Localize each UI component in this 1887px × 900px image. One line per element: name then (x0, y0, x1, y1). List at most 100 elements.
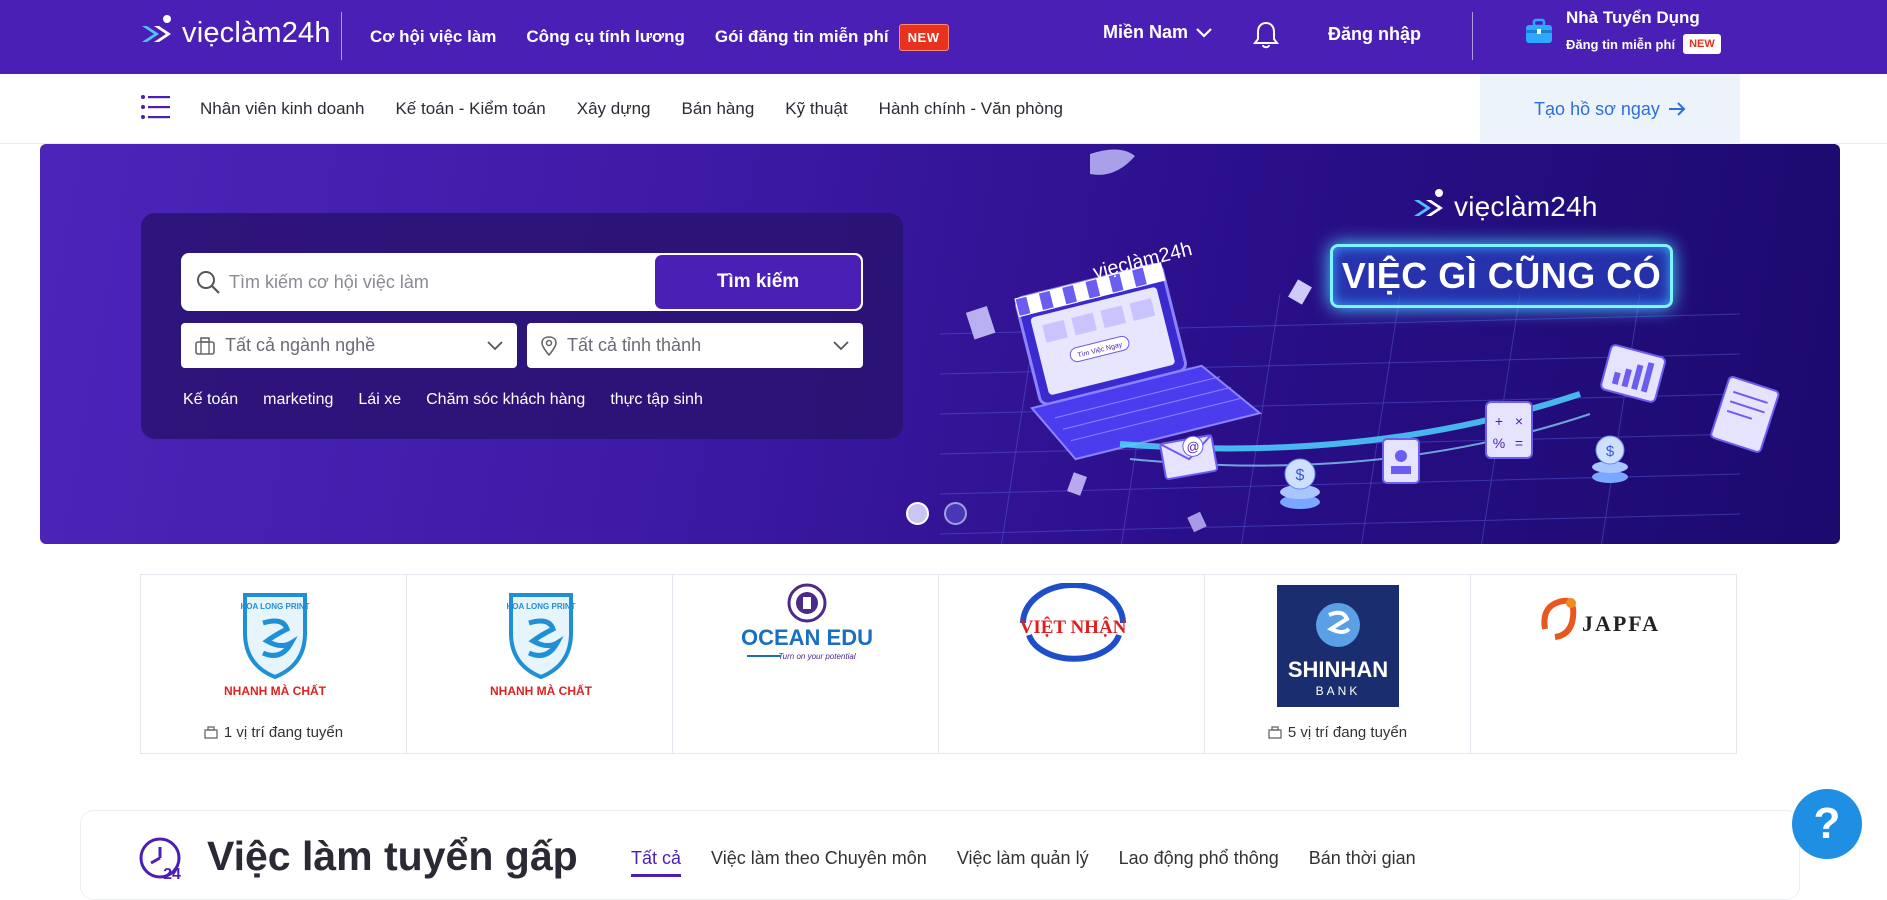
arrow-right-icon (1668, 102, 1686, 116)
search-button[interactable]: Tìm kiếm (655, 255, 861, 309)
category-bar: Nhân viên kinh doanh Kế toán - Kiểm toán… (0, 74, 1887, 144)
open-positions-text: 5 vị trí đang tuyển (1287, 724, 1408, 741)
category-accounting[interactable]: Kế toán - Kiểm toán (395, 99, 545, 119)
banner-brand-logo: viẹclàm24h (1412, 188, 1598, 226)
tab-general-labor[interactable]: Lao động phổ thông (1119, 848, 1279, 877)
site-logo[interactable]: viẹclàm24h (140, 14, 331, 52)
open-positions: 5 vị trí đang tuyển (1205, 724, 1470, 741)
open-positions: 1 vị trí đang tuyển (141, 724, 406, 741)
new-badge: NEW (1683, 34, 1721, 54)
company-card[interactable]: SHINHAN BANK 5 vị trí đang tuyển (1204, 574, 1471, 754)
tab-part-time[interactable]: Bán thời gian (1309, 848, 1416, 877)
company-logo-hoalong: HOA LONG PRINT NHANH MÀ CHẤT (490, 593, 593, 698)
employer-link[interactable]: Nhà Tuyển Dụng Đăng tin miễn phí NEW (1524, 8, 1721, 54)
company-name-text: HOA LONG PRINT (240, 602, 309, 611)
login-link[interactable]: Đăng nhập (1328, 24, 1421, 45)
nav-salary-tool[interactable]: Công cụ tính lương (526, 27, 684, 47)
urgent-jobs-section: 24 Việc làm tuyển gấp Tất cả Việc làm th… (80, 810, 1800, 900)
company-logo-shinhan: SHINHAN BANK (1277, 585, 1399, 707)
divider (341, 12, 342, 60)
company-tagline-text: Turn on your potential (778, 652, 855, 661)
category-construction[interactable]: Xây dựng (577, 99, 651, 119)
svg-text:@: @ (1185, 438, 1201, 455)
category-engineering[interactable]: Kỹ thuật (785, 99, 847, 119)
search-input[interactable] (229, 261, 639, 303)
divider (1472, 12, 1473, 60)
brand-name: viẹclàm24h (182, 16, 331, 49)
company-tagline-text: NHANH MÀ CHẤT (490, 683, 593, 698)
logo-mark-icon (142, 15, 171, 42)
bell-icon[interactable] (1253, 20, 1279, 50)
featured-companies: HOA LONG PRINT NHANH MÀ CHẤT 1 vị trí đa… (140, 574, 1737, 754)
keyword-tag[interactable]: Lái xe (358, 391, 401, 409)
category-admin-office[interactable]: Hành chính - Văn phòng (879, 99, 1063, 119)
carousel-dot-1[interactable] (906, 502, 929, 525)
company-card[interactable]: VIỆT NHẬN (938, 574, 1205, 754)
keyword-tag[interactable]: Chăm sóc khách hàng (426, 391, 585, 409)
menu-list-icon[interactable] (140, 93, 170, 121)
nav-job-opportunities[interactable]: Cơ hội việc làm (370, 27, 496, 47)
banner-illustration: Tìm Việc Ngay viẹclàm24h @ $ $ + × % = (965, 149, 1780, 533)
region-label: Miền Nam (1103, 22, 1189, 42)
category-sales-staff[interactable]: Nhân viên kinh doanh (200, 99, 364, 119)
company-tagline-text: BANK (1316, 684, 1361, 698)
urgent-jobs-title: Việc làm tuyển gấp (207, 833, 578, 879)
company-card[interactable]: OCEAN EDU Turn on your potential (672, 574, 939, 754)
search-box: Tìm kiếm (181, 253, 863, 311)
company-logo-ocean-edu: OCEAN EDU Turn on your potential (741, 583, 873, 661)
new-badge: NEW (898, 23, 949, 51)
svg-text:$: $ (1296, 467, 1305, 484)
company-logo-hoalong: HOA LONG PRINT NHANH MÀ CHẤT (224, 593, 327, 698)
cta-label: Tạo hồ sơ ngay (1534, 98, 1660, 119)
industry-select-value: Tất cả ngành nghề (225, 335, 376, 355)
company-card[interactable]: HOA LONG PRINT NHANH MÀ CHẤT (406, 574, 673, 754)
keyword-tag[interactable]: thực tập sinh (610, 391, 703, 409)
keyword-tag[interactable]: marketing (263, 391, 333, 409)
hero-banner: Tìm kiếm Tất cả ngành nghề Tất cả tỉnh t… (40, 144, 1840, 544)
carousel-dot-2[interactable] (944, 502, 967, 525)
company-name-text: JAPFA (1582, 611, 1660, 636)
main-nav: Cơ hội việc làm Công cụ tính lương Gói đ… (370, 0, 949, 74)
nav-free-posting[interactable]: Gói đăng tin miễn phí NEW (714, 23, 949, 51)
clock-24-label: 24 (163, 866, 181, 881)
nav-label: Cơ hội việc làm (370, 27, 497, 46)
location-select-value: Tất cả tỉnh thành (567, 335, 702, 355)
company-name-text: VIỆT NHẬN (1020, 616, 1127, 638)
briefcase-outline-icon (1268, 726, 1282, 739)
category-retail[interactable]: Bán hàng (682, 99, 755, 119)
company-card[interactable]: HOA LONG PRINT NHANH MÀ CHẤT 1 vị trí đa… (140, 574, 407, 754)
nav-label: Gói đăng tin miễn phí (714, 27, 889, 46)
banner-brand-name: viẹclàm24h (1454, 191, 1598, 222)
clock-24-icon: 24 (139, 837, 181, 881)
industry-select[interactable]: Tất cả ngành nghề (181, 323, 517, 368)
banner-slogan: VIỆC GÌ CŨNG CÓ (1330, 244, 1673, 308)
company-card[interactable]: JAPFA (1470, 574, 1737, 754)
company-name-text: OCEAN EDU (741, 625, 873, 650)
open-positions-text: 1 vị trí đang tuyển (223, 724, 344, 741)
tab-all[interactable]: Tất cả (631, 848, 682, 877)
location-pin-icon (541, 335, 557, 356)
help-button[interactable]: ? (1792, 789, 1862, 859)
employer-subtitle: Đăng tin miễn phí (1566, 36, 1676, 52)
keyword-tag[interactable]: Kế toán (183, 391, 238, 409)
chevron-down-icon (1196, 27, 1212, 38)
company-logo-viet-nhan: VIỆT NHẬN (1020, 583, 1127, 662)
briefcase-outline-icon (204, 726, 218, 739)
carousel-dots (906, 502, 967, 525)
create-profile-button[interactable]: Tạo hồ sơ ngay (1480, 74, 1740, 144)
chevron-down-icon (833, 340, 849, 350)
nav-label: Công cụ tính lương (526, 27, 685, 46)
company-name-text: HOA LONG PRINT (506, 602, 575, 611)
location-select[interactable]: Tất cả tỉnh thành (527, 323, 863, 368)
popular-keywords: Kế toán marketing Lái xe Chăm sóc khách … (183, 391, 703, 409)
chevron-down-icon (487, 340, 503, 350)
company-name-text: SHINHAN (1288, 657, 1388, 682)
tab-professional[interactable]: Việc làm theo Chuyên môn (711, 848, 927, 877)
urgent-tabs: Tất cả Việc làm theo Chuyên môn Việc làm… (631, 848, 1416, 877)
briefcase-outline-icon (195, 336, 215, 355)
svg-text:+: + (1495, 413, 1503, 429)
company-logo-japfa: JAPFA (1541, 597, 1660, 640)
tab-management[interactable]: Việc làm quản lý (957, 848, 1089, 877)
region-selector[interactable]: Miền Nam (1103, 22, 1212, 43)
search-panel: Tìm kiếm Tất cả ngành nghề Tất cả tỉnh t… (141, 213, 903, 439)
